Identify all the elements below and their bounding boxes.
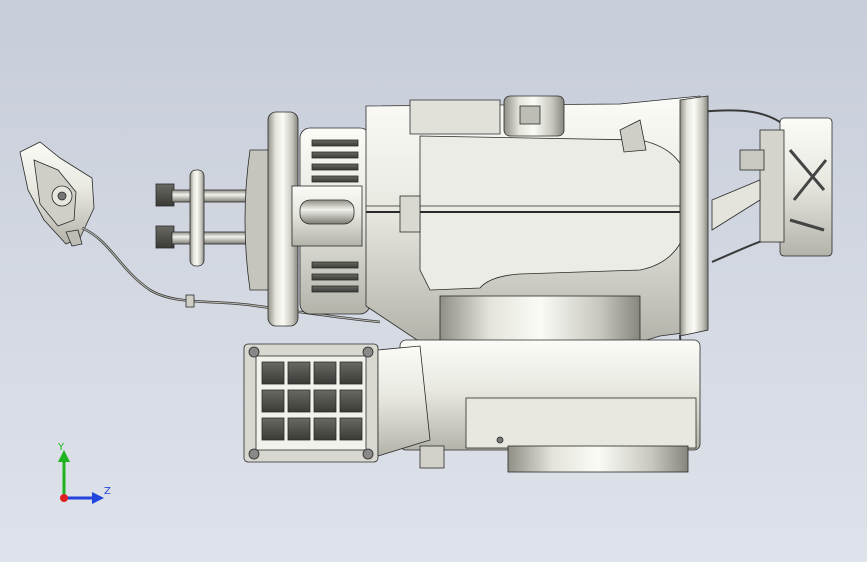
heater-core[interactable] xyxy=(244,111,371,327)
sensor-bracket-left[interactable] xyxy=(19,141,95,247)
cad-graphics-viewport[interactable]: Y Z xyxy=(0,0,867,562)
triad-y-label: Y xyxy=(58,442,65,453)
assembly-model[interactable] xyxy=(0,0,867,562)
actuator-right[interactable] xyxy=(711,117,833,257)
air-filter-box[interactable] xyxy=(243,343,431,463)
cable-clip xyxy=(185,294,195,308)
triad-z-label: Z xyxy=(104,486,111,497)
